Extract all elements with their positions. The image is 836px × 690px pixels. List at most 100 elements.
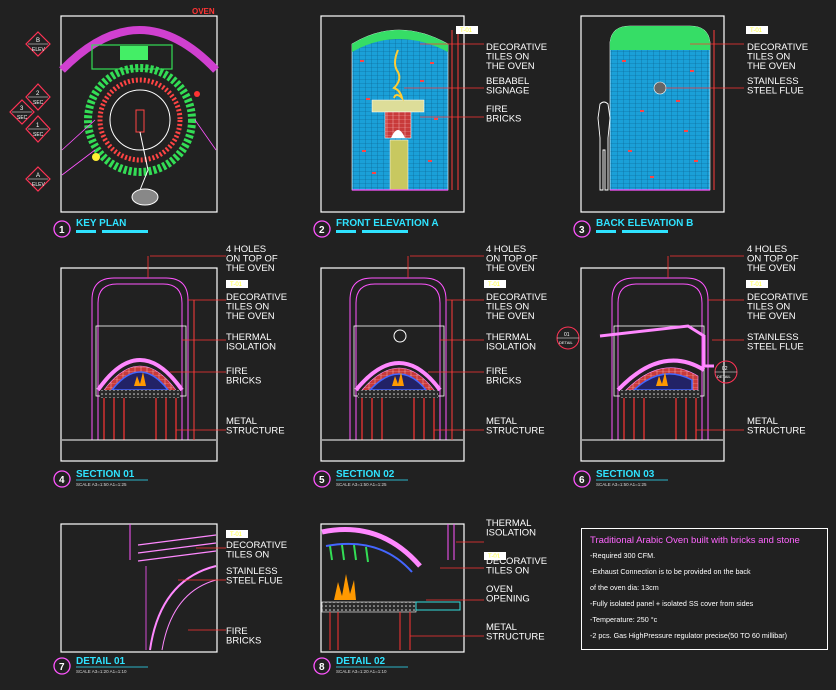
callout-back-0-line-2: THE OVEN	[747, 61, 796, 72]
svg-text:T-01: T-01	[230, 532, 243, 538]
view-title-7: 7 DETAIL 01 SCALE A3=1:20 A1=1:10	[53, 656, 148, 675]
note-item: -Exhaust Connection is to be provided on…	[590, 567, 751, 576]
callout-front-2-line-1: BRICKS	[486, 114, 521, 125]
notes-title: Traditional Arabic Oven built with brick…	[590, 535, 800, 546]
detail-01-view: T-01	[60, 523, 248, 653]
svg-text:T-01: T-01	[488, 282, 501, 288]
svg-text:SCALE A3=1:20 A1=1:10: SCALE A3=1:20 A1=1:10	[336, 669, 387, 674]
svg-text:DETAIL: DETAIL	[559, 340, 573, 345]
plan-gas-tank	[131, 188, 159, 206]
callout-det1-0-line-1: TILES ON	[226, 550, 269, 561]
back-elevation-view: T-01	[580, 15, 768, 213]
callout-sec1-3-line-1: BRICKS	[226, 376, 261, 387]
callout-det1-2-line-1: BRICKS	[226, 636, 261, 647]
callout-det2-0-line-1: ISOLATION	[486, 528, 536, 539]
svg-text:SECTION 02: SECTION 02	[336, 469, 395, 480]
marker-detail-02: 02 DETAIL	[714, 360, 738, 384]
svg-text:DETAIL 02: DETAIL 02	[336, 656, 386, 667]
svg-text:SECTION 03: SECTION 03	[596, 469, 655, 480]
plan-marker-dot	[92, 153, 100, 161]
detail-02-view: T-01	[320, 523, 506, 653]
callout-sec3-3-line-1: STRUCTURE	[747, 426, 806, 437]
back-dome-cap	[610, 26, 710, 50]
human-scale-figure	[597, 101, 611, 191]
callout-sec1-1-line-2: THE OVEN	[226, 311, 275, 322]
plan-red-ring	[97, 77, 183, 163]
callout-det2-1-line-1: TILES ON	[486, 566, 529, 577]
svg-text:ELEV: ELEV	[32, 47, 45, 53]
svg-text:KEY PLAN: KEY PLAN	[76, 218, 126, 229]
callout-sec3-0-line-2: THE OVEN	[747, 263, 796, 274]
svg-text:SECTION 01: SECTION 01	[76, 469, 135, 480]
back-flue-circle	[653, 81, 667, 95]
svg-text:5: 5	[319, 475, 325, 486]
callout-sec3-1-line-2: THE OVEN	[747, 311, 796, 322]
svg-text:SCALE A3=1:50 A1=1:25: SCALE A3=1:50 A1=1:25	[336, 482, 387, 487]
view-title-3: 3 BACK ELEVATION B	[573, 218, 693, 238]
plan-flue	[135, 109, 145, 133]
svg-text:6: 6	[579, 475, 585, 486]
note-item: -Fully isolated panel + isolated SS cove…	[590, 599, 754, 608]
svg-text:BACK ELEVATION B: BACK ELEVATION B	[596, 218, 693, 229]
svg-text:SEC: SEC	[17, 115, 28, 121]
section-03-view: T-01 01 DETAIL 02 DETAIL	[556, 255, 768, 462]
note-item: of the oven dia: 13cm	[590, 583, 659, 592]
svg-text:T-01: T-01	[750, 28, 763, 34]
section-02-view: T-01	[320, 255, 506, 462]
section-01-view: T-01	[60, 255, 248, 462]
front-signage-band	[371, 99, 425, 113]
marker-elev-b: B ELEV	[25, 31, 51, 57]
svg-text:1: 1	[59, 225, 65, 236]
svg-text:FRONT ELEVATION A: FRONT ELEVATION A	[336, 218, 439, 229]
svg-text:T-01: T-01	[750, 282, 763, 288]
back-dome-tiles	[609, 25, 711, 191]
svg-text:3: 3	[20, 106, 24, 112]
marker-sec-2: 2 SEC	[25, 83, 51, 111]
drawing-sheet: { "sheet": { "oven_label": "OVEN" }, "ma…	[0, 0, 836, 690]
svg-text:DETAIL: DETAIL	[717, 374, 731, 379]
svg-text:A: A	[36, 173, 40, 179]
marker-sec-1: 1 SEC	[25, 115, 51, 143]
svg-text:1: 1	[36, 123, 40, 129]
view-title-5: 5 SECTION 02 SCALE A3=1:50 A1=1:25	[313, 469, 408, 488]
callout-sec3-2-line-1: STEEL FLUE	[747, 342, 804, 353]
svg-text:2: 2	[319, 225, 325, 236]
callout-sec2-3-line-1: BRICKS	[486, 376, 521, 387]
plan-panel	[120, 46, 148, 60]
plan-green-ring	[84, 64, 196, 176]
oven-label: OVEN	[192, 7, 215, 16]
callout-det2-3-line-1: STRUCTURE	[486, 632, 545, 643]
svg-text:4: 4	[59, 475, 65, 486]
note-item: -2 pcs. Gas HighPressure regulator preci…	[590, 631, 788, 640]
callout-sec1-2-line-1: ISOLATION	[226, 342, 276, 353]
view-title-4: 4 SECTION 01 SCALE A3=1:50 A1=1:25	[53, 469, 148, 488]
view-title-2: 2 FRONT ELEVATION A	[313, 218, 439, 238]
svg-text:01: 01	[564, 332, 570, 338]
plan-inner-ring	[109, 89, 171, 151]
view-title-1: 1 KEY PLAN	[53, 218, 148, 238]
svg-text:8: 8	[319, 662, 325, 673]
svg-text:3: 3	[579, 225, 585, 236]
svg-text:DETAIL 01: DETAIL 01	[76, 656, 126, 667]
svg-text:SCALE A3=1:20 A1=1:10: SCALE A3=1:20 A1=1:10	[76, 669, 127, 674]
view-title-8: 8 DETAIL 02 SCALE A3=1:20 A1=1:10	[313, 656, 408, 675]
callout-sec2-4-line-1: STRUCTURE	[486, 426, 545, 437]
svg-text:B: B	[36, 38, 40, 44]
svg-text:SEC: SEC	[33, 100, 44, 106]
svg-text:SCALE A3=1:50 A1=1:25: SCALE A3=1:50 A1=1:25	[76, 482, 127, 487]
svg-text:SEC: SEC	[33, 132, 44, 138]
specification-notes: Traditional Arabic Oven built with brick…	[581, 528, 828, 650]
callout-sec2-1-line-2: THE OVEN	[486, 311, 535, 322]
view-title-6: 6 SECTION 03 SCALE A3=1:50 A1=1:25	[573, 469, 668, 488]
front-elevation-view: T-01	[320, 15, 484, 213]
callout-sec1-4-line-1: STRUCTURE	[226, 426, 285, 437]
svg-text:SCALE A3=1:50 A1=1:25: SCALE A3=1:50 A1=1:25	[596, 482, 647, 487]
callout-det2-2-line-1: OPENING	[486, 594, 530, 605]
plan-marker-dot-2	[194, 91, 200, 97]
callout-sec2-0-line-2: THE OVEN	[486, 263, 535, 274]
svg-text:T-01: T-01	[230, 282, 243, 288]
svg-text:7: 7	[59, 662, 65, 673]
front-pedestal	[389, 139, 409, 191]
callout-front-0-line-2: THE OVEN	[486, 61, 535, 72]
marker-detail-01: 01 DETAIL	[556, 326, 580, 350]
